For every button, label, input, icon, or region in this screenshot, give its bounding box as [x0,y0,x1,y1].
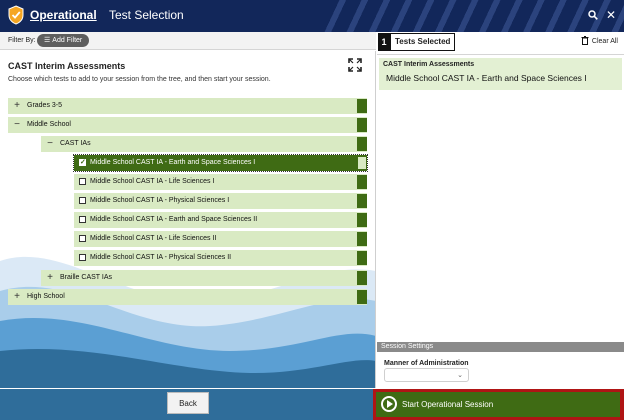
collapse-toggle-icon[interactable]: − [45,139,55,149]
tree-node-label: CAST IAs [60,140,91,147]
filter-icon: ☰ [44,37,51,44]
brand-title[interactable]: Operational [30,8,97,22]
panel-title: CAST Interim Assessments [8,61,126,71]
test-item-physical-sciences-i[interactable]: Middle School CAST IA - Physical Science… [74,193,367,209]
session-settings-bar: Session Settings [377,342,624,352]
test-item-physical-sciences-ii[interactable]: Middle School CAST IA - Physical Science… [74,250,367,266]
start-operational-session-button[interactable]: Start Operational Session [376,392,620,417]
panel-description: Choose which tests to add to your sessio… [8,76,271,83]
tree-node-grades-3-5[interactable]: + Grades 3-5 [8,98,367,114]
test-item-earth-space-i[interactable]: Middle School CAST IA - Earth and Space … [73,154,368,172]
play-icon [381,396,397,412]
test-checkbox[interactable] [79,216,86,223]
header-pattern [324,0,624,32]
test-item-life-sciences-i[interactable]: Middle School CAST IA - Life Sciences I [74,174,367,190]
test-checkbox[interactable] [79,254,86,261]
shield-logo-icon [8,5,24,25]
test-item-label: Middle School CAST IA - Physical Science… [90,197,230,204]
collapse-toggle-icon[interactable]: − [12,120,22,130]
test-item-label: Middle School CAST IA - Life Sciences II [90,235,217,242]
node-status-marker [357,271,367,285]
node-status-marker [357,156,367,170]
test-item-label: Middle School CAST IA - Physical Science… [90,254,232,261]
test-checkbox[interactable] [79,178,86,185]
node-status-marker [357,118,367,132]
selected-tests-title: Tests Selected [390,33,456,51]
selected-tests-panel: 1 Tests Selected Clear All CAST Interim … [377,32,624,388]
test-checkbox[interactable] [79,158,86,166]
selected-group-title: CAST Interim Assessments [383,61,475,68]
node-status-marker [357,99,367,113]
test-checkbox[interactable] [79,197,86,204]
expand-icon[interactable] [348,58,362,72]
tree-node-label: Grades 3-5 [27,102,63,109]
manner-of-administration-label: Manner of Administration [384,360,469,367]
test-item-earth-space-ii[interactable]: Middle School CAST IA - Earth and Space … [74,212,367,228]
tree-node-middle-school[interactable]: − Middle School [8,117,367,133]
close-icon[interactable]: ✕ [603,7,619,23]
selected-test-item[interactable]: Middle School CAST IA - Earth and Space … [386,73,587,83]
session-settings-title: Session Settings [381,343,434,350]
tree-node-braille-cast-ias[interactable]: + Braille CAST IAs [41,270,367,286]
node-status-marker [357,175,367,189]
expand-toggle-icon[interactable]: + [12,101,22,111]
manner-of-administration-select[interactable]: ⌄ [384,368,469,382]
trash-icon [581,36,589,45]
tree-node-label: Braille CAST IAs [60,274,112,281]
test-tree-panel: CAST Interim Assessments Choose which te… [0,51,376,388]
expand-toggle-icon[interactable]: + [45,273,55,283]
node-status-marker [357,290,367,304]
add-filter-label: Add Filter [52,37,83,44]
test-item-label: Middle School CAST IA - Earth and Space … [90,216,258,223]
node-status-marker [357,194,367,208]
filter-bar: Filter By: ☰ Add Filter [0,32,376,50]
clear-all-label: Clear All [591,38,618,45]
tree-node-high-school[interactable]: + High School [8,289,367,305]
search-icon[interactable] [585,7,601,23]
tree-node-label: Middle School [27,121,71,128]
test-checkbox[interactable] [79,235,86,242]
filter-label: Filter By: [8,37,36,44]
start-button-label: Start Operational Session [402,400,494,409]
app-header: Operational Test Selection ✕ [0,0,624,32]
selected-group: CAST Interim Assessments Middle School C… [379,58,622,90]
chevron-down-icon: ⌄ [457,372,463,379]
node-status-marker [357,232,367,246]
node-status-marker [357,213,367,227]
selected-tests-header: 1 Tests Selected Clear All [377,32,624,55]
test-item-life-sciences-ii[interactable]: Middle School CAST IA - Life Sciences II [74,231,367,247]
tree-node-label: High School [27,293,65,300]
page-title: Test Selection [109,8,184,22]
test-item-label: Middle School CAST IA - Life Sciences I [90,178,215,185]
selected-count-badge: 1 [378,33,390,51]
tree-node-cast-ias[interactable]: − CAST IAs [41,136,367,152]
node-status-marker [357,137,367,151]
node-status-marker [357,251,367,265]
expand-toggle-icon[interactable]: + [12,292,22,302]
test-item-label: Middle School CAST IA - Earth and Space … [90,159,256,166]
add-filter-button[interactable]: ☰ Add Filter [37,34,90,47]
clear-all-button[interactable]: Clear All [581,36,618,45]
back-button[interactable]: Back [167,392,209,414]
